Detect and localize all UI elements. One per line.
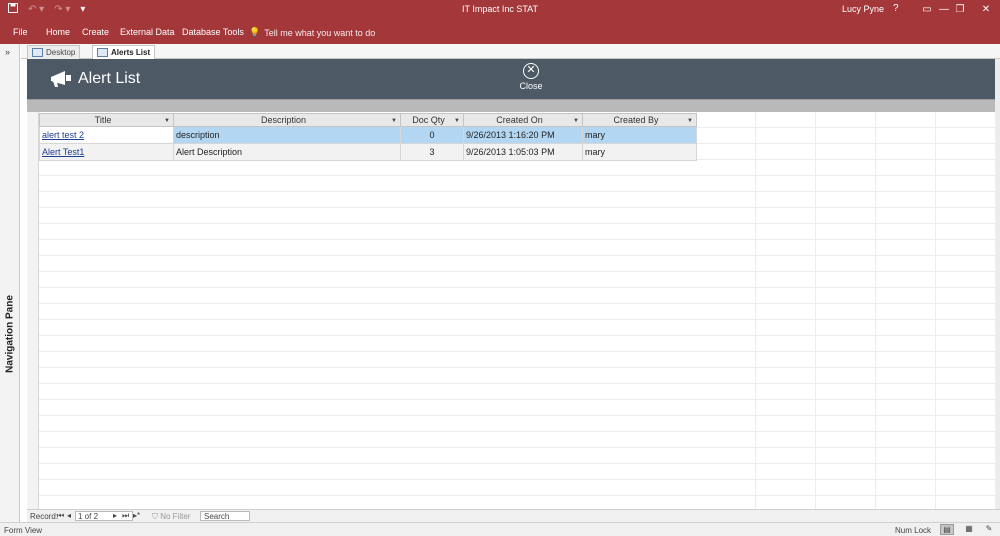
- tab-database-tools[interactable]: Database Tools: [182, 27, 244, 37]
- view-mode-label: Form View: [4, 526, 43, 535]
- minimize-button[interactable]: —: [936, 2, 952, 18]
- datasheet-view-icon[interactable]: ▦: [962, 524, 976, 535]
- datasheet-gridlines: [696, 112, 995, 509]
- column-header-created-on-label: Created On: [496, 115, 543, 125]
- navigation-pane-label[interactable]: Navigation Pane: [5, 295, 16, 373]
- cell-created-by[interactable]: mary: [582, 143, 697, 161]
- no-filter-label: No Filter: [160, 512, 191, 521]
- column-header-doc-qty[interactable]: Doc Qty ▼: [400, 113, 464, 127]
- ribbon-display-options-icon[interactable]: ▭: [919, 2, 935, 18]
- column-header-title[interactable]: Title ▼: [39, 113, 174, 127]
- ribbon: File Home Create External Data Database …: [0, 20, 1000, 44]
- column-header-title-label: Title: [94, 115, 112, 125]
- cell-created-by[interactable]: mary: [582, 126, 697, 144]
- dropdown-arrow-icon[interactable]: ▼: [687, 118, 693, 124]
- form-title: Alert List: [78, 70, 141, 87]
- design-view-icon[interactable]: ✎: [982, 524, 996, 535]
- close-window-button[interactable]: ✕: [978, 2, 994, 18]
- cell-created-on[interactable]: 9/26/2013 1:05:03 PM: [463, 143, 583, 161]
- tab-desktop[interactable]: Desktop: [27, 45, 81, 59]
- tell-me-box[interactable]: 💡 Tell me what you want to do: [249, 27, 375, 38]
- tab-desktop-label: Desktop: [46, 48, 76, 57]
- next-record-icon[interactable]: ▸: [113, 511, 117, 520]
- navigation-pane[interactable]: » Navigation Pane: [0, 44, 20, 522]
- table-row[interactable]: alert test 2 description 0 9/26/2013 1:1…: [39, 126, 697, 144]
- record-selector-column[interactable]: [27, 112, 39, 509]
- header-subbar: [27, 99, 995, 112]
- cell-description[interactable]: description: [173, 126, 401, 144]
- filter-icon: ⛉: [152, 512, 158, 521]
- table-row[interactable]: Alert Test1 Alert Description 3 9/26/201…: [39, 143, 697, 161]
- first-record-icon[interactable]: ⏮: [57, 511, 64, 521]
- column-header-description[interactable]: Description ▼: [173, 113, 401, 127]
- tab-file[interactable]: File: [13, 27, 28, 37]
- tab-home[interactable]: Home: [46, 27, 70, 37]
- cell-doc-qty[interactable]: 3: [400, 143, 464, 161]
- alert-title-link[interactable]: Alert Test1: [42, 147, 84, 157]
- tab-external-data[interactable]: External Data: [120, 27, 175, 37]
- megaphone-icon: [49, 70, 75, 88]
- restore-button[interactable]: ❐: [952, 2, 968, 18]
- form-icon: [32, 48, 43, 57]
- cell-description[interactable]: Alert Description: [173, 143, 401, 161]
- dropdown-arrow-icon[interactable]: ▼: [454, 118, 460, 124]
- form-view-icon[interactable]: ▤: [940, 524, 954, 535]
- alert-title-link[interactable]: alert test 2: [42, 130, 84, 140]
- search-input[interactable]: Search: [200, 511, 250, 521]
- previous-record-icon[interactable]: ◂: [67, 511, 71, 520]
- close-form-label: Close: [519, 81, 543, 91]
- tab-create[interactable]: Create: [82, 27, 109, 37]
- column-header-description-label: Description: [260, 115, 307, 125]
- dropdown-arrow-icon[interactable]: ▼: [391, 118, 397, 124]
- expand-nav-pane-icon[interactable]: »: [5, 47, 10, 57]
- last-record-icon[interactable]: ⏭: [122, 511, 129, 521]
- form-icon: [97, 48, 108, 57]
- help-button[interactable]: ?: [893, 3, 899, 14]
- document-tabs: Desktop Alerts List ✕: [21, 44, 1000, 60]
- title-bar: ↶ ▾ ↷ ▾ ▾ IT Impact Inc STAT Lucy Pyne ?…: [0, 0, 1000, 20]
- close-icon: ✕: [523, 63, 539, 79]
- cell-title[interactable]: Alert Test1: [39, 143, 174, 161]
- column-header-doc-qty-label: Doc Qty: [412, 115, 445, 125]
- record-label: Record:: [30, 512, 59, 521]
- tab-alerts-list-label: Alerts List: [111, 48, 151, 57]
- no-filter-indicator[interactable]: ⛉ No Filter: [152, 512, 190, 522]
- cell-title[interactable]: alert test 2: [39, 126, 174, 144]
- new-record-icon[interactable]: ▸*: [133, 511, 140, 520]
- cell-doc-qty[interactable]: 0: [400, 126, 464, 144]
- column-header-created-by[interactable]: Created By ▼: [582, 113, 697, 127]
- alerts-datasheet: Title ▼ Description ▼ Doc Qty ▼ Created On ▼…: [39, 113, 697, 161]
- status-bar: Form View Num Lock ▤ ▦ ✎: [0, 522, 1000, 536]
- tab-alerts-list[interactable]: Alerts List: [92, 45, 156, 60]
- cell-created-on[interactable]: 9/26/2013 1:16:20 PM: [463, 126, 583, 144]
- vertical-scrollbar[interactable]: [995, 59, 1000, 509]
- tell-me-text: Tell me what you want to do: [264, 27, 376, 38]
- num-lock-indicator: Num Lock: [895, 526, 932, 535]
- close-form-button[interactable]: ✕ Close: [516, 63, 546, 95]
- record-navigation-bar: Record: ⏮ ◂ 1 of 2 ▸ ⏭ ▸* ⛉ No Filter Se…: [27, 509, 1000, 522]
- user-name[interactable]: Lucy Pyne: [842, 4, 884, 14]
- dropdown-arrow-icon[interactable]: ▼: [164, 118, 170, 124]
- form-header: Alert List ✕ Close: [27, 59, 995, 99]
- column-header-created-on[interactable]: Created On ▼: [463, 113, 583, 127]
- lightbulb-icon: 💡: [249, 27, 261, 37]
- column-header-created-by-label: Created By: [613, 115, 659, 125]
- dropdown-arrow-icon[interactable]: ▼: [573, 118, 579, 124]
